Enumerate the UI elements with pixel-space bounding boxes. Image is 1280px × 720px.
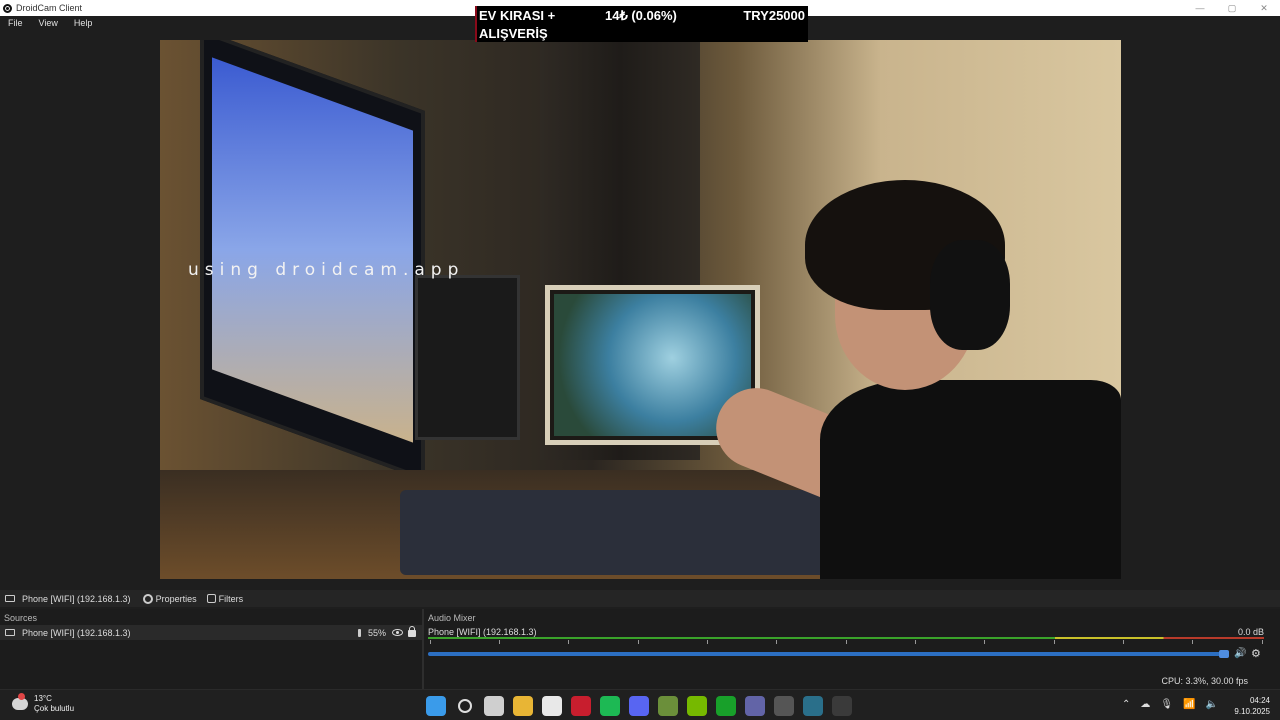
person bbox=[704, 180, 1121, 579]
microphone-icon[interactable]: 🎙 bbox=[1160, 699, 1173, 710]
riot-icon[interactable] bbox=[803, 696, 823, 716]
mixer-channel-db: 0.0 dB bbox=[1237, 627, 1264, 637]
tray-app-icon[interactable] bbox=[832, 696, 852, 716]
xbox-icon[interactable] bbox=[716, 696, 736, 716]
camera-preview: using droidcam.app bbox=[160, 40, 1121, 579]
source-list-item[interactable]: Phone [WIFI] (192.168.1.3) 55% bbox=[0, 625, 422, 640]
sources-title: Sources bbox=[4, 613, 38, 623]
minecraft-icon[interactable] bbox=[658, 696, 678, 716]
meter-ticks bbox=[428, 640, 1264, 646]
taskbar-apps bbox=[426, 696, 852, 716]
camera-icon bbox=[5, 595, 15, 602]
app-icon[interactable] bbox=[774, 696, 794, 716]
windows-start-icon[interactable] bbox=[426, 696, 446, 716]
properties-label: Properties bbox=[155, 593, 197, 604]
cloud-icon bbox=[12, 693, 28, 710]
audio-mixer-title: Audio Mixer bbox=[428, 613, 476, 623]
sources-panel: Sources Phone [WIFI] (192.168.1.3) 55% bbox=[0, 609, 422, 689]
onedrive-icon[interactable]: ☁ bbox=[1140, 699, 1150, 710]
menu-file[interactable]: File bbox=[0, 18, 31, 28]
clock-time: 04:24 bbox=[1249, 696, 1270, 705]
mixer-channel-name: Phone [WIFI] (192.168.1.3) bbox=[428, 627, 537, 637]
teams-icon[interactable] bbox=[745, 696, 765, 716]
clock-date: 9.10.2025 bbox=[1234, 707, 1270, 716]
wifi-icon[interactable]: 📶 bbox=[1183, 699, 1195, 710]
active-source-label: Phone [WIFI] (192.168.1.3) bbox=[22, 593, 131, 604]
volume-icon[interactable]: 🔈 bbox=[1206, 699, 1218, 710]
visibility-eye-icon[interactable] bbox=[392, 629, 403, 636]
store-icon[interactable] bbox=[542, 696, 562, 716]
gear-icon bbox=[142, 593, 153, 604]
menu-view[interactable]: View bbox=[31, 18, 66, 28]
audio-mixer-panel: Audio Mixer Phone [WIFI] (192.168.1.3) 0… bbox=[424, 609, 1280, 689]
opera-icon[interactable] bbox=[571, 696, 591, 716]
chevron-up-icon[interactable]: ⌃ bbox=[1122, 699, 1130, 710]
window-controls: — ▢ ✕ bbox=[1184, 0, 1280, 16]
system-tray: ⌃ ☁ 🎙 📶 🔈 bbox=[1122, 699, 1218, 710]
mixer-channel: Phone [WIFI] (192.168.1.3) 0.0 dB bbox=[428, 627, 1268, 637]
source-name: Phone [WIFI] (192.168.1.3) bbox=[22, 627, 131, 638]
weather-condition: Çok bulutlu bbox=[34, 704, 75, 713]
window-title: DroidCam Client bbox=[16, 3, 83, 13]
audio-level-meter bbox=[428, 637, 1264, 639]
ticker-label-line1: EV KIRASI + bbox=[479, 8, 556, 23]
filter-icon bbox=[206, 594, 216, 603]
mixer-settings-gear-icon[interactable]: ⚙ bbox=[1251, 649, 1261, 660]
ticker-change: 14₺ (0.06%) bbox=[605, 8, 677, 23]
volume-slider-handle[interactable] bbox=[1219, 650, 1229, 658]
stock-ticker-overlay: EV KIRASI + ALIŞVERİŞ 14₺ (0.06%) TRY250… bbox=[475, 6, 808, 42]
menu-help[interactable]: Help bbox=[66, 18, 101, 28]
droidcam-watermark: using droidcam.app bbox=[188, 260, 465, 280]
task-view-icon[interactable] bbox=[484, 696, 504, 716]
bottom-panels: Sources Phone [WIFI] (192.168.1.3) 55% A… bbox=[0, 609, 1280, 689]
filters-button[interactable]: Filters bbox=[206, 593, 244, 604]
camera-icon bbox=[5, 629, 15, 636]
maximize-button[interactable]: ▢ bbox=[1216, 0, 1248, 16]
headphones bbox=[930, 240, 1010, 350]
close-button[interactable]: ✕ bbox=[1248, 0, 1280, 16]
source-toolbar: Phone [WIFI] (192.168.1.3) Properties Fi… bbox=[0, 590, 1280, 607]
file-explorer-icon[interactable] bbox=[513, 696, 533, 716]
weather-temp: 13°C bbox=[34, 694, 52, 703]
lock-icon[interactable] bbox=[408, 626, 416, 637]
discord-icon[interactable] bbox=[629, 696, 649, 716]
properties-button[interactable]: Properties bbox=[142, 593, 197, 604]
spotify-icon[interactable] bbox=[600, 696, 620, 716]
windows-taskbar: 13°C Çok bulutlu ⌃ ☁ 🎙 📶 🔈 04:24 9.10.20… bbox=[0, 689, 1280, 720]
minimize-button[interactable]: — bbox=[1184, 0, 1216, 16]
search-icon[interactable] bbox=[458, 699, 472, 713]
droidcam-app-icon bbox=[3, 3, 12, 13]
volume-slider[interactable] bbox=[428, 652, 1228, 656]
middle-monitor bbox=[415, 275, 520, 440]
ticker-label-line2: ALIŞVERİŞ bbox=[479, 26, 548, 41]
source-volume[interactable]: 55% bbox=[368, 628, 386, 638]
clock[interactable]: 04:24 9.10.2025 bbox=[1234, 695, 1270, 717]
weather-widget[interactable]: 13°C Çok bulutlu bbox=[12, 693, 75, 714]
speaker-icon[interactable]: 🔊 bbox=[1234, 649, 1246, 659]
nvidia-icon[interactable] bbox=[687, 696, 707, 716]
ticker-amount: TRY25000 bbox=[743, 8, 805, 23]
volume-icon bbox=[357, 628, 361, 637]
filters-label: Filters bbox=[218, 593, 244, 604]
status-text: CPU: 3.3%, 30.00 fps bbox=[1161, 676, 1248, 686]
